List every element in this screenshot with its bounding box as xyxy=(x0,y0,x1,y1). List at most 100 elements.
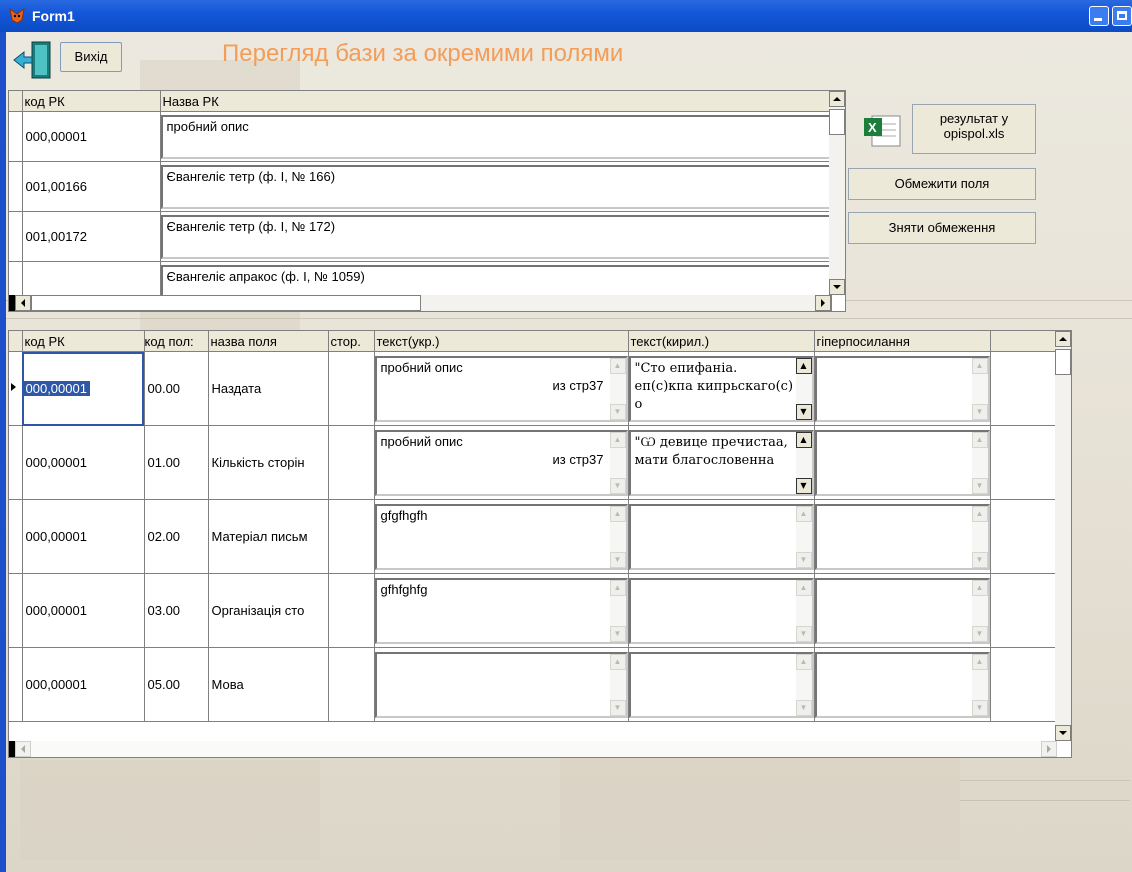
vertical-scrollbar[interactable] xyxy=(829,91,845,295)
memo-scrollbar[interactable]: ▲ ▼ xyxy=(609,653,626,716)
scroll-left-arrow[interactable] xyxy=(15,295,31,311)
exit-door-icon[interactable] xyxy=(12,38,56,82)
cell-field-name[interactable]: Кількість сторін xyxy=(208,425,329,500)
memo-scrollbar[interactable]: ▲ ▼ xyxy=(971,431,988,494)
cell-field-code[interactable]: 03.00 xyxy=(144,573,209,648)
cell-code[interactable]: 000,00001 xyxy=(22,647,145,722)
cell-field-name[interactable]: Мова xyxy=(208,647,329,722)
table-row[interactable]: 000,00001 пробний опис xyxy=(9,111,832,162)
scroll-right-arrow[interactable] xyxy=(1041,741,1057,757)
cell-hyperlink[interactable]: ▲ ▼ xyxy=(814,503,989,570)
vertical-scrollbar[interactable] xyxy=(1055,331,1071,741)
col-header-hyperlink[interactable]: гіперпосилання xyxy=(814,331,991,352)
horizontal-scrollbar[interactable] xyxy=(9,741,1057,757)
cell-text-ukr[interactable]: пробний опис из стр37 ▲ ▼ xyxy=(374,429,627,496)
cell-text-ukr[interactable]: пробний опис из стр37 ▲ ▼ xyxy=(374,355,627,422)
memo-scrollbar[interactable]: ▲ ▼ xyxy=(971,653,988,716)
scroll-up-arrow[interactable] xyxy=(1055,331,1071,347)
col-header-text-ukr[interactable]: текст(укр.) xyxy=(374,331,629,352)
maximize-button[interactable] xyxy=(1112,6,1132,26)
export-xls-button[interactable]: результат у opispol.xls xyxy=(912,104,1036,154)
cell-page[interactable] xyxy=(328,647,375,722)
col-header-field-name[interactable]: назва поля xyxy=(208,331,329,352)
memo-scrollbar[interactable]: ▲ ▼ xyxy=(795,357,812,420)
cell-field-name[interactable]: Матеріал письм xyxy=(208,499,329,574)
fields-grid[interactable]: код РК код пол: назва поля стор. текст(у… xyxy=(8,330,1072,758)
memo-scrollbar[interactable]: ▲ ▼ xyxy=(795,505,812,568)
memo-scrollbar[interactable]: ▲ ▼ xyxy=(971,579,988,642)
scroll-thumb[interactable] xyxy=(829,109,845,135)
memo-scrollbar[interactable]: ▲ ▼ xyxy=(795,653,812,716)
horizontal-scrollbar[interactable] xyxy=(9,295,831,311)
cell-hyperlink[interactable]: ▲ ▼ xyxy=(814,651,989,718)
cell-code[interactable]: 000,00001 xyxy=(22,111,161,162)
cell-text-cyr[interactable]: ▲ ▼ xyxy=(628,651,813,718)
cell-text-cyr[interactable]: "Сто епифаніа. еп(с)кпа кипрьскаго(с) о … xyxy=(628,355,813,422)
cell-name[interactable]: пробний опис xyxy=(160,114,830,159)
cell-name[interactable]: Євангеліє тетр (ф. І, № 172) xyxy=(160,214,830,259)
table-row[interactable]: 001,00166 Євангеліє тетр (ф. І, № 166) xyxy=(9,161,832,212)
cell-text-ukr[interactable]: gfhfghfg ▲ ▼ xyxy=(374,577,627,644)
col-header-code[interactable]: код РК xyxy=(22,91,161,112)
cell-text-ukr[interactable]: gfgfhgfh ▲ ▼ xyxy=(374,503,627,570)
exit-button[interactable]: Вихід xyxy=(60,42,122,72)
scroll-thumb[interactable] xyxy=(1055,349,1071,375)
scroll-up-arrow[interactable] xyxy=(829,91,845,107)
cell-code[interactable]: 000,00001 xyxy=(22,425,145,500)
memo-scrollbar[interactable]: ▲ ▼ xyxy=(971,505,988,568)
cell-code[interactable]: 001,00172 xyxy=(22,211,161,262)
scroll-right-arrow[interactable] xyxy=(815,295,831,311)
cell-page[interactable] xyxy=(328,499,375,574)
table-row[interactable]: 000,00001 00.00 Наздата пробний опис из … xyxy=(9,351,1058,426)
memo-scrollbar[interactable]: ▲ ▼ xyxy=(795,431,812,494)
table-row[interactable]: 000,00001 05.00 Мова ▲ ▼ ▲ ▼ ▲ ▼ xyxy=(9,647,1058,722)
minimize-button[interactable] xyxy=(1089,6,1109,26)
memo-scrollbar[interactable]: ▲ ▼ xyxy=(609,431,626,494)
cell-code[interactable]: 000,00001 xyxy=(22,381,90,396)
col-header-page[interactable]: стор. xyxy=(328,331,375,352)
cell-hyperlink[interactable]: ▲ ▼ xyxy=(814,429,989,496)
records-grid[interactable]: код РК Назва РК 000,00001 пробний опис 0… xyxy=(8,90,846,312)
table-row[interactable]: 000,00001 02.00 Матеріал письм gfgfhgfh … xyxy=(9,499,1058,574)
cell-field-code[interactable]: 02.00 xyxy=(144,499,209,574)
remove-restrictions-button[interactable]: Зняти обмеження xyxy=(848,212,1036,244)
window-title: Form1 xyxy=(32,8,75,24)
cell-page[interactable] xyxy=(328,351,375,426)
scroll-left-arrow[interactable] xyxy=(15,741,31,757)
cell-text-cyr[interactable]: "Ѡ девице пречистаа, мати благословенна … xyxy=(628,429,813,496)
memo-scrollbar[interactable]: ▲ ▼ xyxy=(609,579,626,642)
cell-page[interactable] xyxy=(328,425,375,500)
cell-hyperlink[interactable]: ▲ ▼ xyxy=(814,577,989,644)
restrict-fields-button[interactable]: Обмежити поля xyxy=(848,168,1036,200)
memo-scrollbar[interactable]: ▲ ▼ xyxy=(795,579,812,642)
cell-code[interactable]: 000,00001 xyxy=(22,573,145,648)
cell-text-cyr[interactable]: ▲ ▼ xyxy=(628,577,813,644)
cell-code[interactable]: 001,00166 xyxy=(22,161,161,212)
cell-code[interactable]: 000,00001 xyxy=(22,499,145,574)
cell-field-code[interactable]: 05.00 xyxy=(144,647,209,722)
col-header-code[interactable]: код РК xyxy=(22,331,145,352)
cell-text-cyr[interactable]: ▲ ▼ xyxy=(628,503,813,570)
cell-field-name[interactable]: Наздата xyxy=(208,351,329,426)
memo-scrollbar[interactable]: ▲ ▼ xyxy=(609,505,626,568)
table-row[interactable]: 000,00001 01.00 Кількість сторін пробний… xyxy=(9,425,1058,500)
col-header-name[interactable]: Назва РК xyxy=(160,91,832,112)
cell-name[interactable]: Євангеліє тетр (ф. І, № 166) xyxy=(160,164,830,209)
col-header-field-code[interactable]: код пол: xyxy=(144,331,209,352)
page-title: Перегляд бази за окремими полями xyxy=(222,40,624,67)
cell-field-code[interactable]: 01.00 xyxy=(144,425,209,500)
col-header-text-cyr[interactable]: текст(кирил.) xyxy=(628,331,815,352)
cell-field-name[interactable]: Організація сто xyxy=(208,573,329,648)
excel-icon[interactable]: X xyxy=(862,110,904,152)
table-row[interactable]: 001,00172 Євангеліє тетр (ф. І, № 172) xyxy=(9,211,832,262)
cell-page[interactable] xyxy=(328,573,375,648)
memo-scrollbar[interactable]: ▲ ▼ xyxy=(609,357,626,420)
memo-scrollbar[interactable]: ▲ ▼ xyxy=(971,357,988,420)
cell-field-code[interactable]: 00.00 xyxy=(144,351,209,426)
scroll-thumb-h[interactable] xyxy=(31,295,421,311)
scroll-down-arrow[interactable] xyxy=(829,279,845,295)
scroll-down-arrow[interactable] xyxy=(1055,725,1071,741)
table-row[interactable]: 000,00001 03.00 Організація сто gfhfghfg… xyxy=(9,573,1058,648)
cell-text-ukr[interactable]: ▲ ▼ xyxy=(374,651,627,718)
cell-hyperlink[interactable]: ▲ ▼ xyxy=(814,355,989,422)
